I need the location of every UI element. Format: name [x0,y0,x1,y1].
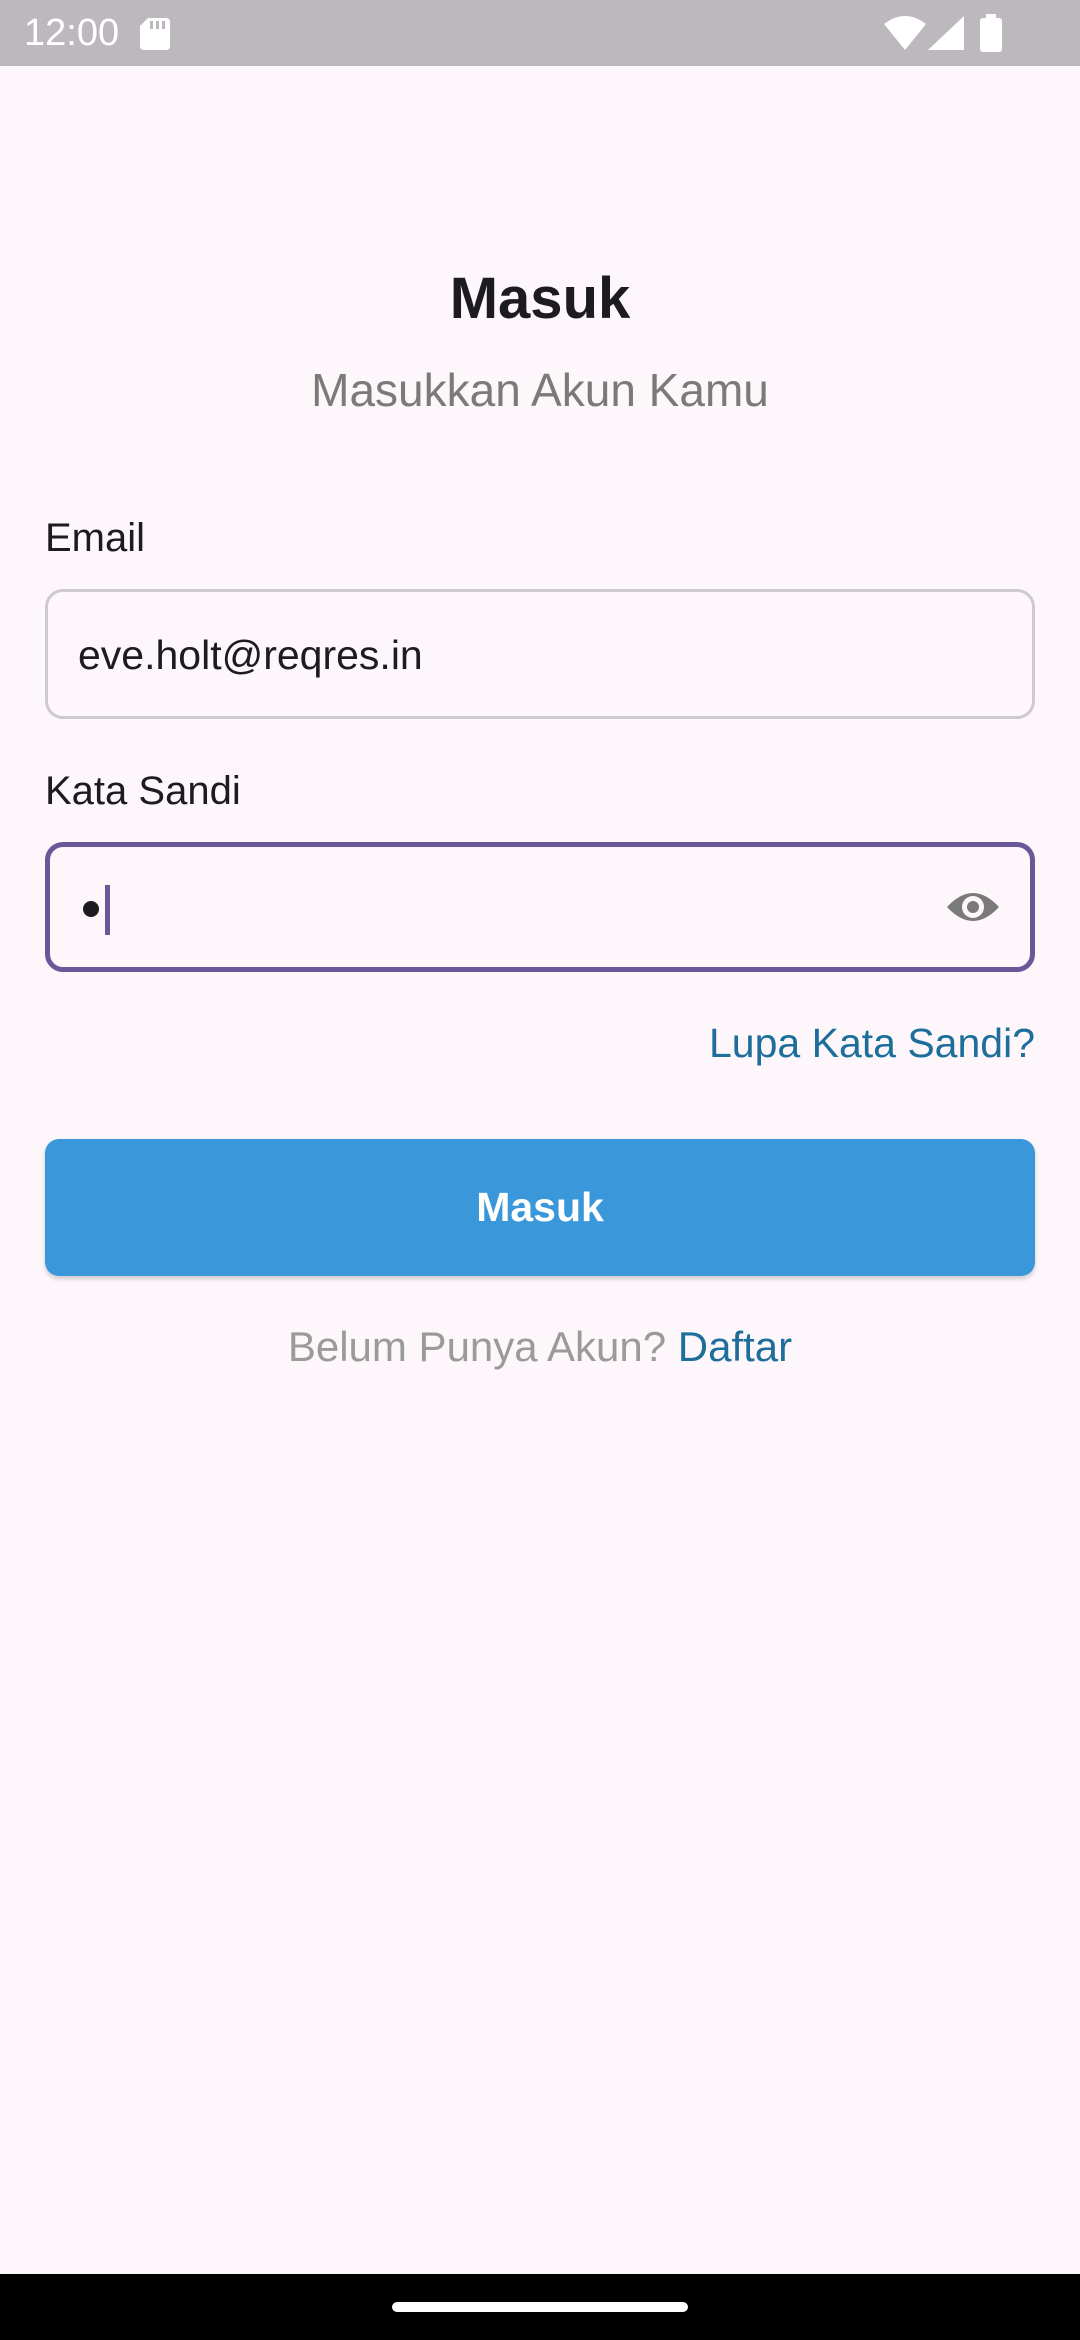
email-value: eve.holt@reqres.in [78,632,423,678]
login-button-label: Masuk [476,1184,604,1230]
email-label: Email [45,516,146,560]
forgot-password-link[interactable]: Lupa Kata Sandi? [709,1016,1035,1070]
password-mask-dot [83,901,99,917]
password-field[interactable] [45,842,1035,972]
register-prompt: Belum Punya Akun? [287,1323,667,1370]
register-link[interactable]: Daftar [678,1323,792,1370]
wifi-icon [884,16,926,50]
eye-icon[interactable] [945,887,1001,927]
page-subtitle: Masukkan Akun Kamu [311,364,769,416]
register-row: Belum Punya Akun? Daftar [0,1318,1080,1376]
password-label: Kata Sandi [45,769,241,813]
home-handle[interactable] [392,2302,688,2312]
status-bar: 12:00 [0,0,1080,66]
page-title: Masuk [449,266,631,331]
text-cursor [105,885,110,935]
battery-icon [980,14,1002,52]
navigation-bar [0,2274,1080,2340]
signal-icon [928,16,964,50]
login-button[interactable]: Masuk [45,1139,1035,1276]
sd-card-icon [140,18,170,50]
email-field[interactable]: eve.holt@reqres.in [45,589,1035,719]
status-time: 12:00 [24,12,120,54]
